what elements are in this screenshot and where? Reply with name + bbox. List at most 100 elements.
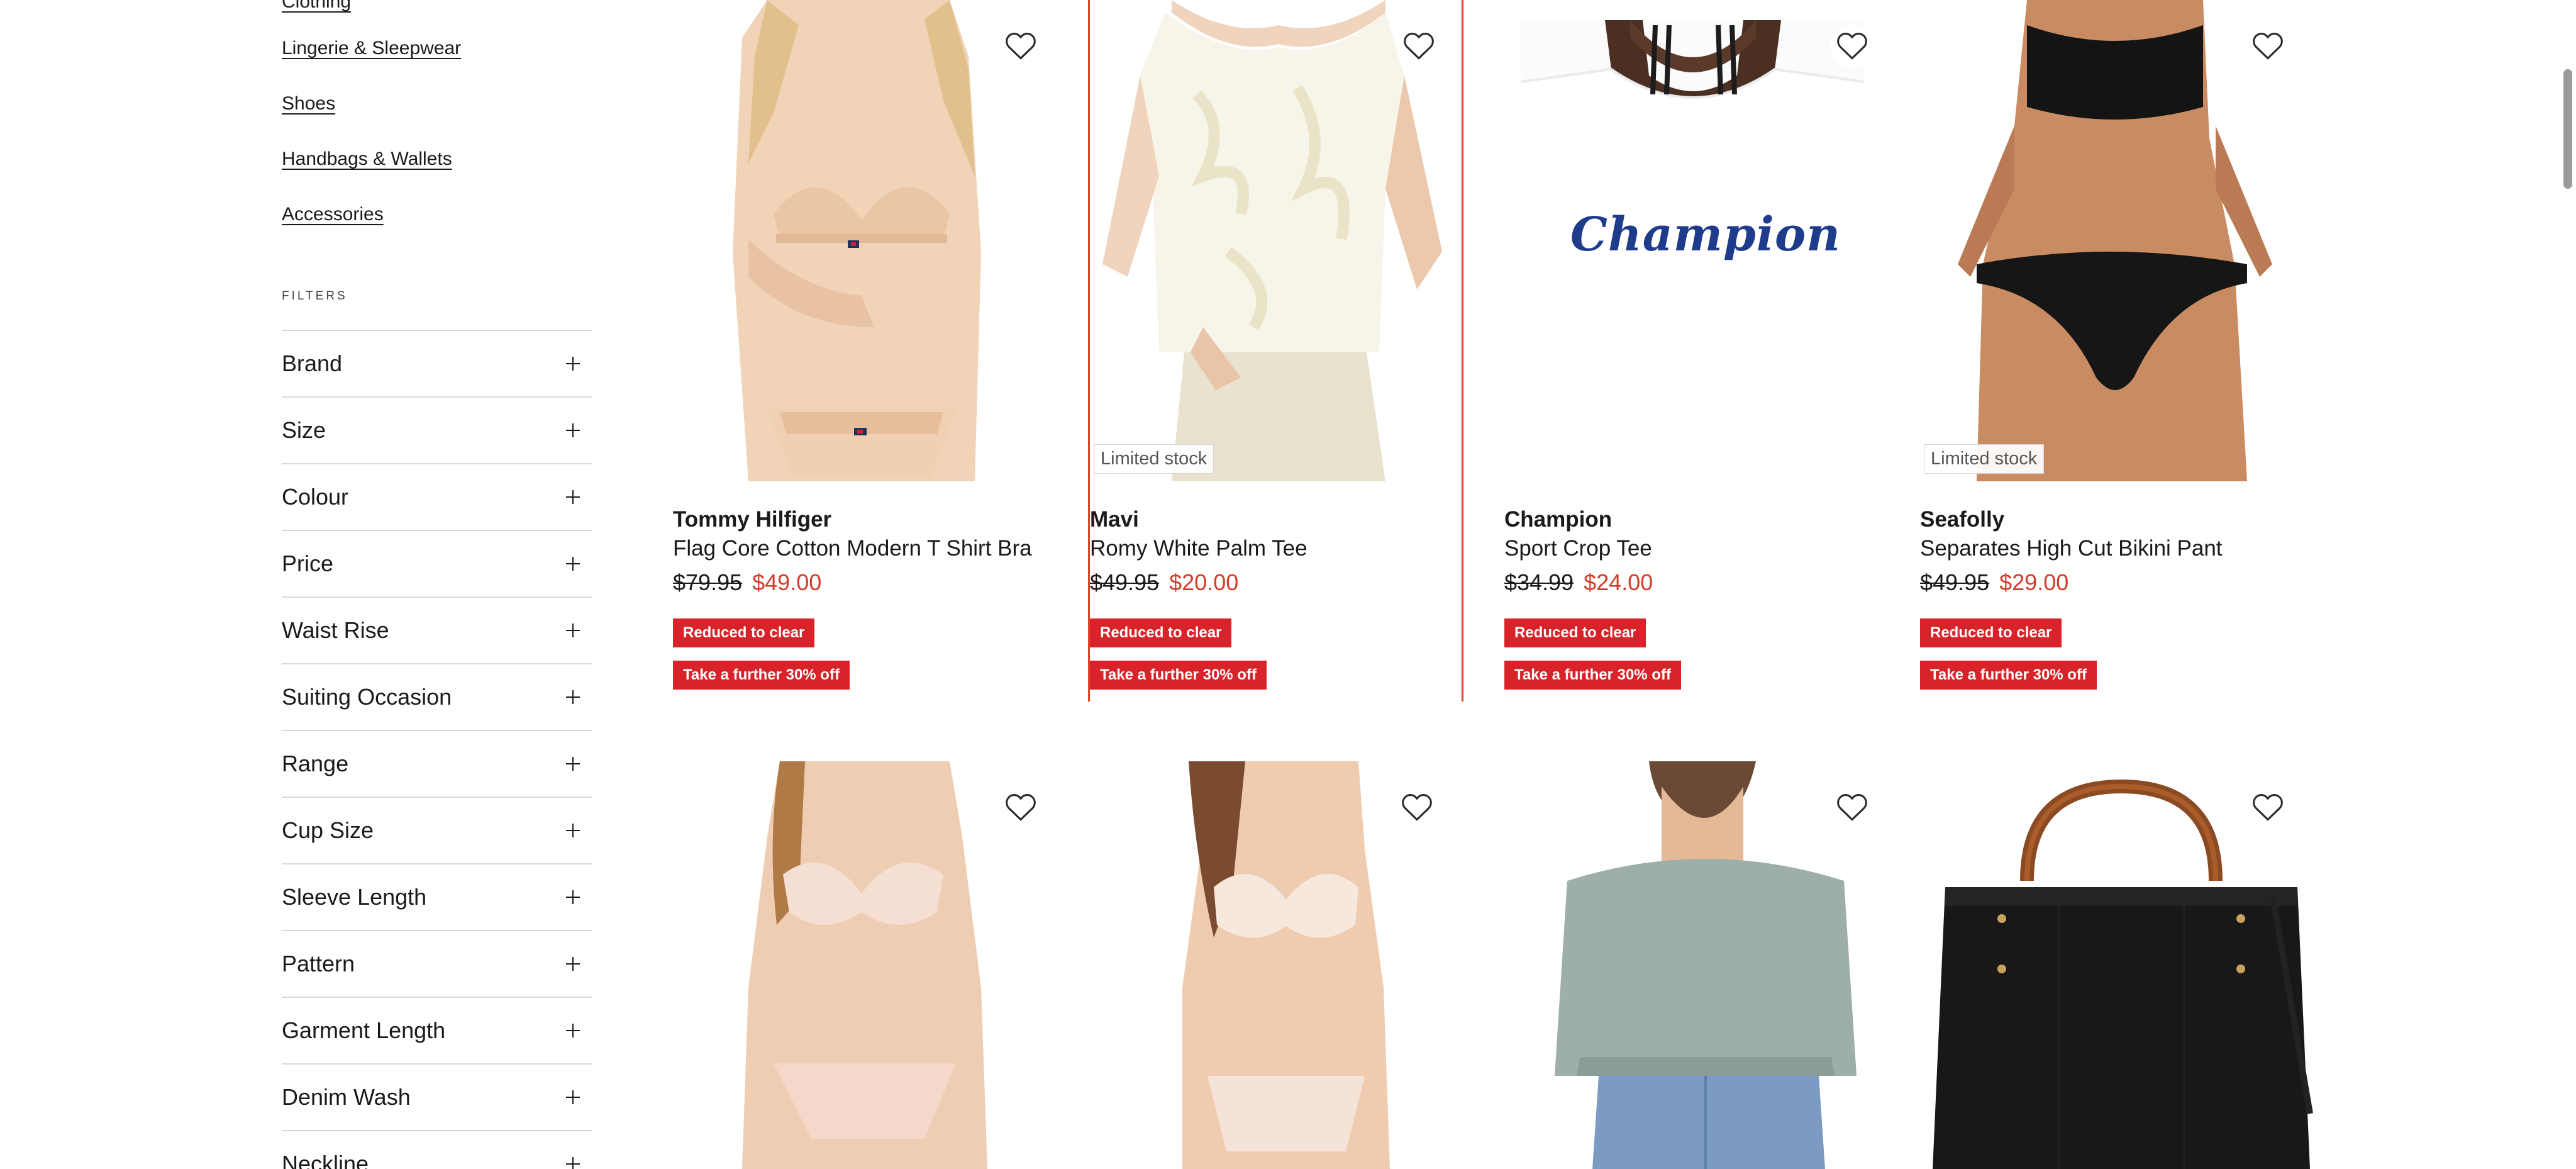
product-image-container[interactable]: Limited stock: [1090, 0, 1462, 481]
plus-icon[interactable]: [566, 357, 580, 371]
product-image-white-tee-model[interactable]: [1090, 0, 1462, 481]
wishlist-button[interactable]: [1397, 24, 1441, 68]
wishlist-button[interactable]: [999, 785, 1043, 829]
scrollbar-thumb[interactable]: [2563, 69, 2572, 189]
product-brand[interactable]: Tommy Hilfiger: [673, 507, 831, 532]
promo-badge-further-off[interactable]: Take a further 30% off: [673, 661, 850, 690]
filter-price[interactable]: Price: [282, 530, 592, 596]
product-name[interactable]: Flag Core Cotton Modern T Shirt Bra: [673, 536, 1032, 561]
product-image-container[interactable]: [1920, 761, 2323, 1169]
filter-cup-size[interactable]: Cup Size: [282, 797, 592, 863]
stock-badge: Limited stock: [1924, 444, 2045, 474]
original-price: $79.95: [673, 569, 743, 595]
category-link-clothing[interactable]: Clothing: [282, 0, 351, 13]
heart-icon: [1837, 794, 1867, 821]
filter-denim-wash[interactable]: Denim Wash: [282, 1063, 592, 1130]
plus-icon[interactable]: [566, 490, 580, 504]
plus-icon[interactable]: [566, 957, 580, 971]
plus-icon[interactable]: [566, 1024, 580, 1038]
plus-icon[interactable]: [566, 557, 580, 571]
filter-label: Brand: [282, 350, 343, 376]
wishlist-button[interactable]: [1395, 785, 1439, 829]
product-name[interactable]: Romy White Palm Tee: [1090, 536, 1307, 561]
product-name[interactable]: Separates High Cut Bikini Pant: [1920, 536, 2223, 561]
promo-badge-reduced[interactable]: Reduced to clear: [1920, 618, 2062, 647]
product-image-container[interactable]: [1504, 761, 1907, 1169]
wishlist-button[interactable]: [1830, 785, 1874, 829]
product-card[interactable]: [1088, 761, 1491, 1169]
filter-suiting-occasion[interactable]: Suiting Occasion: [282, 663, 592, 730]
product-image-container[interactable]: [1088, 761, 1491, 1169]
wishlist-button[interactable]: [2246, 24, 2290, 68]
product-image-bra-model[interactable]: [673, 0, 1075, 481]
product-image-container[interactable]: [673, 0, 1075, 481]
sale-price: $20.00: [1169, 569, 1239, 595]
sidebar: Clothing Lingerie & Sleepwear Shoes Hand…: [282, 0, 592, 1169]
category-link-lingerie-sleepwear[interactable]: Lingerie & Sleepwear: [282, 38, 461, 59]
product-card[interactable]: Limited stock Mavi Romy White Palm Tee $…: [1088, 0, 1463, 702]
promo-badge-reduced[interactable]: Reduced to clear: [673, 618, 815, 647]
promo-badge-reduced[interactable]: Reduced to clear: [1090, 618, 1232, 647]
sale-price: $49.00: [752, 569, 822, 595]
filter-label: Waist Rise: [282, 617, 389, 643]
product-brand[interactable]: Seafolly: [1920, 507, 2004, 532]
category-link-handbags-wallets[interactable]: Handbags & Wallets: [282, 148, 452, 170]
filter-label: Price: [282, 551, 334, 576]
promo-badge-further-off[interactable]: Take a further 30% off: [1090, 661, 1267, 690]
filter-brand[interactable]: Brand: [282, 330, 592, 396]
filter-colour[interactable]: Colour: [282, 463, 592, 530]
product-prices: $79.95 $49.00: [673, 569, 821, 596]
wishlist-button[interactable]: [2246, 785, 2290, 829]
shirt-logo: Champion: [1570, 208, 1841, 262]
product-brand[interactable]: Mavi: [1090, 507, 1139, 532]
filter-garment-length[interactable]: Garment Length: [282, 997, 592, 1063]
original-price: $49.95: [1090, 569, 1160, 595]
promo-badge-further-off[interactable]: Take a further 30% off: [1920, 661, 2097, 690]
product-card[interactable]: [673, 761, 1075, 1169]
plus-icon[interactable]: [566, 890, 580, 904]
product-image-container[interactable]: Limited stock: [1920, 0, 2323, 481]
product-image-bikini-model[interactable]: [1920, 0, 2323, 481]
plus-icon[interactable]: [566, 423, 580, 437]
wishlist-button[interactable]: [1830, 24, 1874, 68]
filter-pattern[interactable]: Pattern: [282, 930, 592, 997]
filter-sleeve-length[interactable]: Sleeve Length: [282, 863, 592, 930]
heart-icon: [1402, 794, 1432, 821]
heart-icon: [2253, 33, 2283, 60]
product-brand[interactable]: Champion: [1504, 507, 1612, 532]
product-card[interactable]: [1504, 761, 1907, 1169]
product-prices: $49.95 $20.00: [1090, 569, 1238, 596]
filter-neckline[interactable]: Neckline: [282, 1130, 592, 1169]
filters-heading: FILTERS: [282, 289, 348, 303]
product-image-container[interactable]: Champion: [1504, 0, 1907, 481]
plus-icon[interactable]: [566, 757, 580, 771]
heart-icon: [1006, 33, 1036, 60]
category-link-accessories[interactable]: Accessories: [282, 204, 384, 225]
filter-label: Size: [282, 417, 326, 443]
product-card[interactable]: Tommy Hilfiger Flag Core Cotton Modern T…: [673, 0, 1075, 698]
heart-icon: [2253, 794, 2283, 821]
wishlist-button[interactable]: [999, 24, 1043, 68]
filter-range[interactable]: Range: [282, 730, 592, 797]
promo-badge-further-off[interactable]: Take a further 30% off: [1504, 661, 1681, 690]
plus-icon[interactable]: [566, 1090, 580, 1104]
filter-waist-rise[interactable]: Waist Rise: [282, 596, 592, 663]
filter-label: Neckline: [282, 1151, 369, 1169]
filter-label: Denim Wash: [282, 1084, 411, 1110]
sale-price: $29.00: [1999, 569, 2069, 595]
category-link-shoes[interactable]: Shoes: [282, 93, 335, 115]
product-card[interactable]: Limited stock Seafolly Separates High Cu…: [1920, 0, 2323, 698]
product-name[interactable]: Sport Crop Tee: [1504, 536, 1652, 561]
product-card[interactable]: [1920, 761, 2323, 1169]
product-card[interactable]: Champion Champion Sport Crop Tee $34.99 …: [1504, 0, 1907, 698]
plus-icon[interactable]: [566, 624, 580, 637]
heart-icon: [1837, 33, 1867, 60]
plus-icon[interactable]: [566, 824, 580, 837]
filter-label: Colour: [282, 484, 349, 510]
filter-size[interactable]: Size: [282, 396, 592, 463]
plus-icon[interactable]: [566, 690, 580, 704]
promo-badge-reduced[interactable]: Reduced to clear: [1504, 618, 1646, 647]
filter-label: Garment Length: [282, 1017, 446, 1043]
plus-icon[interactable]: [566, 1157, 580, 1169]
product-image-container[interactable]: [673, 761, 1075, 1169]
